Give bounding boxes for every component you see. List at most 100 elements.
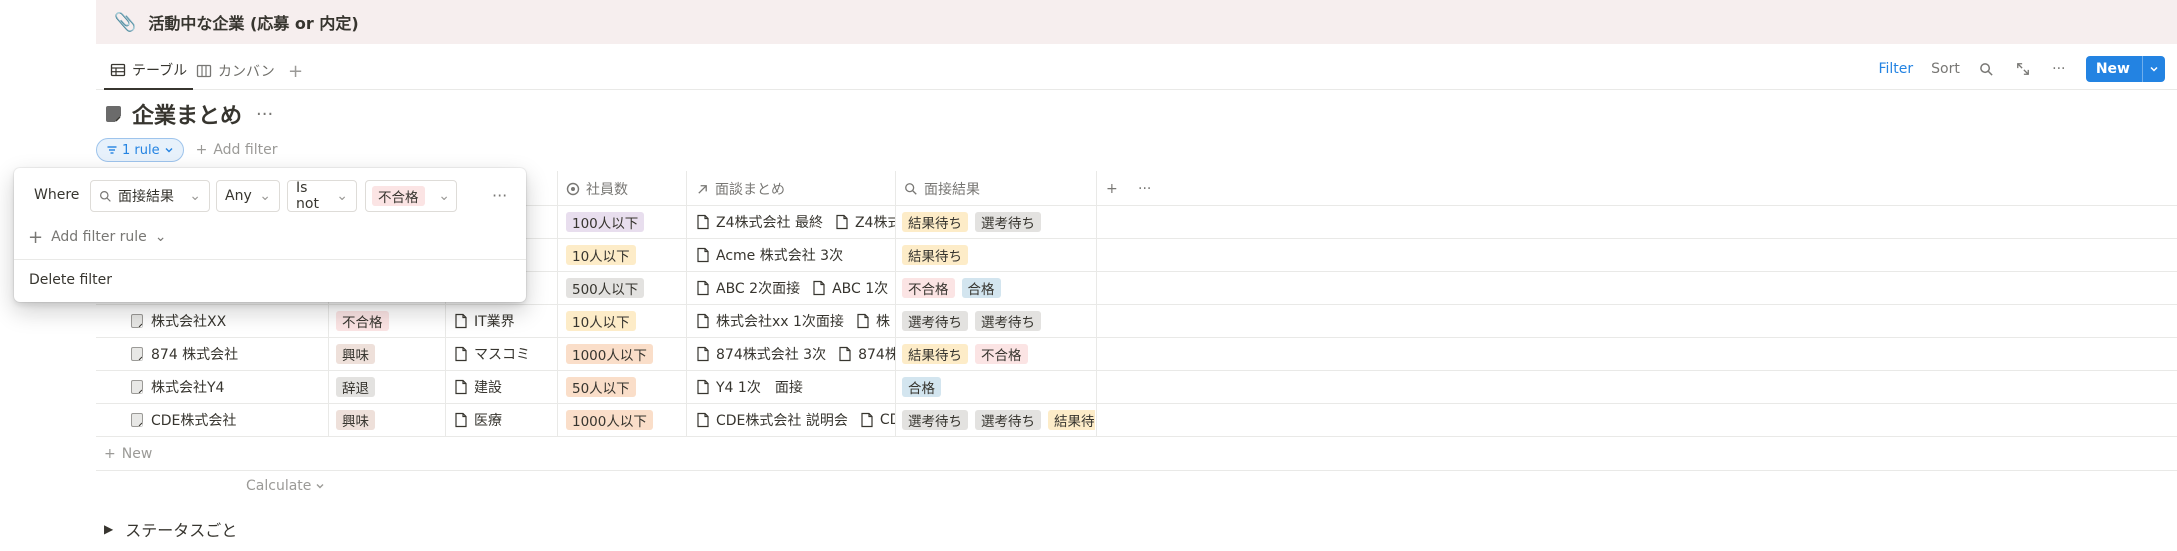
sort-button[interactable]: Sort: [1931, 61, 1960, 77]
page-icon: [131, 313, 143, 328]
column-header-size[interactable]: 社員数: [566, 172, 628, 206]
plus-icon: +: [195, 142, 208, 158]
table-row[interactable]: 株式会社Y4 辞退 建設 50人以下 Y4 1次 面接 合格: [96, 370, 1096, 403]
meeting-link[interactable]: CDE株式会社 説明会: [696, 410, 848, 430]
cell-size[interactable]: 500人以下: [566, 271, 686, 304]
cell-size[interactable]: 1000人以下: [566, 337, 686, 370]
cell-meetings[interactable]: 874株式会社 3次 874株式会社: [696, 337, 895, 370]
tab-table[interactable]: テーブル: [104, 52, 194, 90]
cell-meetings[interactable]: CDE株式会社 説明会 CDE: [696, 403, 895, 436]
popup-divider: [14, 259, 526, 260]
cell-name[interactable]: CDE株式会社: [130, 403, 326, 436]
operator-select-value: Is not: [296, 180, 319, 212]
add-view-icon[interactable]: +: [288, 52, 303, 90]
meeting-link[interactable]: 株式会社xx 1次面接: [696, 311, 844, 331]
cell-results[interactable]: 結果待ち 選考待ち: [902, 205, 1095, 238]
cell-meetings[interactable]: Acme 株式会社 3次: [696, 238, 895, 271]
cell-status[interactable]: 興味: [336, 337, 444, 370]
group-toggle[interactable]: ▶ ステータスごと: [104, 517, 237, 541]
cell-size[interactable]: 10人以下: [566, 238, 686, 271]
cell-meetings[interactable]: Y4 1次 面接: [696, 370, 895, 403]
tab-board[interactable]: カンバン: [196, 52, 275, 90]
meeting-link[interactable]: Y4 1次 面接: [696, 377, 803, 397]
result-tag: 選考待ち: [975, 211, 1041, 232]
table-row[interactable]: 株式会社XX 不合格 IT業界 10人以下 株式会社xx 1次面接株選考待ち 選考待ち: [96, 304, 1096, 337]
industry-link[interactable]: 医療: [454, 410, 502, 430]
cell-name[interactable]: 株式会社XX: [130, 304, 326, 337]
meeting-link[interactable]: 874株式会社: [838, 344, 895, 364]
meeting-link[interactable]: ABC 1次: [812, 278, 888, 298]
cell-results[interactable]: 選考待ち 選考待ち: [902, 304, 1095, 337]
industry-link[interactable]: マスコミ: [454, 344, 530, 364]
cell-results[interactable]: 合格: [902, 370, 1095, 403]
status-icon: [566, 182, 580, 196]
page-title[interactable]: 企業まとめ: [132, 98, 242, 130]
industry-label: 建設: [474, 379, 502, 396]
value-select[interactable]: 不合格 ⌄: [365, 180, 457, 212]
meeting-link[interactable]: Acme 株式会社 3次: [696, 245, 843, 265]
cell-status[interactable]: 興味: [336, 403, 444, 436]
more-options-icon[interactable]: ···: [2050, 60, 2068, 78]
column-more-icon[interactable]: ···: [1138, 172, 1151, 206]
meeting-link[interactable]: 株: [856, 311, 890, 331]
meeting-link[interactable]: 874株式会社 3次: [696, 344, 826, 364]
document-icon: [455, 346, 467, 361]
property-select[interactable]: 面接結果 ⌄: [90, 180, 210, 212]
plus-icon: +: [104, 446, 116, 462]
plus-icon: +: [28, 226, 44, 248]
cell-name[interactable]: 874 株式会社: [130, 337, 326, 370]
cell-meetings[interactable]: 株式会社xx 1次面接 株: [696, 304, 895, 337]
industry-label: IT業界: [474, 313, 515, 330]
cell-meetings[interactable]: Z4株式会社 最終 Z4株式会社: [696, 205, 895, 238]
delete-filter-button[interactable]: Delete filter: [29, 272, 112, 288]
cell-results[interactable]: 不合格 合格: [902, 271, 1095, 304]
title-more-icon[interactable]: ···: [256, 104, 273, 125]
new-row-button[interactable]: + New: [104, 443, 152, 465]
industry-link[interactable]: 建設: [454, 377, 502, 397]
table-row[interactable]: 874 株式会社 興味 マスコミ 1000人以下 874株式会社 3次 874株式会社結果…: [96, 337, 1096, 370]
cell-status[interactable]: 辞退: [336, 370, 444, 403]
quantifier-select[interactable]: Any ⌄: [216, 180, 280, 212]
meeting-label: 株式会社xx 1次面接: [716, 313, 844, 330]
cell-size[interactable]: 100人以下: [566, 205, 686, 238]
rule-chip[interactable]: 1 rule: [96, 138, 184, 162]
new-button[interactable]: New: [2085, 56, 2165, 82]
cell-meetings[interactable]: ABC 2次面接 ABC 1次: [696, 271, 895, 304]
search-icon[interactable]: [1978, 60, 1996, 78]
meeting-link[interactable]: CDE: [860, 412, 895, 428]
cell-industry[interactable]: 建設: [454, 370, 558, 403]
expand-icon[interactable]: [2014, 60, 2032, 78]
add-filter-rule-button[interactable]: + Add filter rule ⌄: [28, 226, 167, 248]
add-property-icon[interactable]: +: [1106, 172, 1118, 206]
table-row[interactable]: CDE株式会社 興味 医療 1000人以下 CDE株式会社 説明会 CDE 選考待ち選考待ち…: [96, 403, 1096, 436]
cell-status[interactable]: 不合格: [336, 304, 444, 337]
chevron-down-icon[interactable]: [2142, 56, 2165, 82]
document-icon: [697, 346, 709, 361]
meeting-link[interactable]: ABC 2次面接: [696, 278, 800, 298]
cell-industry[interactable]: マスコミ: [454, 337, 558, 370]
cell-results[interactable]: 選考待ち選考待ち結果待ち: [902, 403, 1095, 436]
cell-name[interactable]: 株式会社Y4: [130, 370, 326, 403]
rule-more-icon[interactable]: ···: [492, 186, 507, 205]
add-filter-button[interactable]: + Add filter: [196, 142, 278, 158]
cell-size[interactable]: 1000人以下: [566, 403, 686, 436]
document-icon: [836, 214, 848, 229]
chevron-down-icon: ⌄: [189, 188, 201, 204]
cell-results[interactable]: 結果待ち: [902, 238, 1095, 271]
industry-link[interactable]: IT業界: [454, 311, 515, 331]
meeting-link[interactable]: Z4株式会社: [835, 212, 895, 232]
cell-size[interactable]: 50人以下: [566, 370, 686, 403]
filter-button[interactable]: Filter: [1878, 61, 1913, 77]
column-header-results[interactable]: 面接結果: [904, 172, 980, 206]
operator-select[interactable]: Is not ⌄: [287, 180, 357, 212]
calculate-button[interactable]: Calculate: [246, 475, 325, 497]
cell-results[interactable]: 結果待ち 不合格: [902, 337, 1095, 370]
cell-size[interactable]: 10人以下: [566, 304, 686, 337]
meeting-label: Y4 1次 面接: [716, 379, 803, 396]
cell-industry[interactable]: IT業界: [454, 304, 558, 337]
cell-industry[interactable]: 医療: [454, 403, 558, 436]
result-tag: 合格: [961, 277, 1001, 298]
meeting-link[interactable]: Z4株式会社 最終: [696, 212, 823, 232]
column-header-meetings[interactable]: 面談まとめ: [696, 172, 785, 206]
result-tag: 選考待ち: [975, 409, 1041, 430]
